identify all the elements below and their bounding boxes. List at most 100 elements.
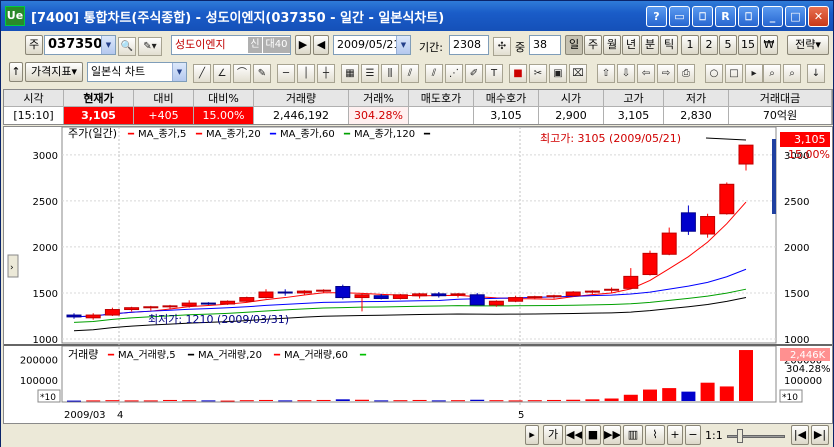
candle-body[interactable] [258,291,274,299]
zoom-reset-icon[interactable]: ⌕ [783,64,801,83]
candle-body[interactable] [354,294,370,299]
candle-body[interactable] [623,275,639,289]
candle-body[interactable] [469,294,485,306]
parallel-icon[interactable]: ⫽ [425,64,443,83]
delete-icon[interactable]: ⌧ [569,64,587,83]
candle-body[interactable] [220,300,236,305]
candle-body[interactable] [431,293,447,297]
strategy-button[interactable]: 전략▾ [787,35,829,55]
candle-body[interactable] [316,289,332,292]
help-button[interactable]: ? [646,6,667,27]
brush-icon[interactable]: ✂ [529,64,547,83]
interval-5-button[interactable]: 5 [719,35,737,55]
candle-layout-icon[interactable]: ▥ [623,425,643,445]
chevron-down-icon[interactable]: ▼ [172,63,186,81]
date-picker[interactable]: 2009/05/21 ▼ [333,35,411,55]
zoom-in-button[interactable]: + [667,425,683,445]
stock-code-input[interactable]: 037350 ▼ [44,35,116,55]
candle-body[interactable] [66,314,82,318]
r-button[interactable]: R [715,6,736,27]
period-monthly-button[interactable]: 월 [603,35,621,55]
period-tick-button[interactable]: 틱 [660,35,678,55]
candle-body[interactable] [373,295,389,299]
arrow-right-icon[interactable]: ⇨ [657,64,675,83]
interval-2-button[interactable]: 2 [700,35,718,55]
candle-body[interactable] [546,295,562,298]
trendline-icon[interactable]: ╱ [193,64,211,83]
zoom-icon[interactable]: ⌕ [763,64,781,83]
candle-body[interactable] [565,291,581,297]
scroll-down-icon[interactable]: ↓ [807,64,825,83]
candle-body[interactable] [143,306,159,309]
candle-body[interactable] [738,144,754,165]
candle-body[interactable] [412,293,428,297]
candle-body[interactable] [104,309,120,316]
spin-icon[interactable]: ✣ [493,37,511,56]
count-input[interactable]: 38 [529,35,561,55]
angle-icon[interactable]: ∠ [213,64,231,83]
save-screen-button[interactable]: ⎕ [692,6,713,27]
chevron-down-icon[interactable]: ▼ [101,36,115,54]
close-button[interactable]: ✕ [808,6,829,27]
dropdown-icon[interactable]: ▸ [745,64,763,83]
candle-body[interactable] [200,302,216,305]
cycle-icon[interactable]: ⋰ [445,64,463,83]
candle-body[interactable] [450,293,466,296]
arrow-down-icon[interactable]: ⇩ [617,64,635,83]
chart-style-icon[interactable]: ⌇ [645,425,665,445]
candle-body[interactable] [527,296,543,299]
candle-body[interactable] [335,286,351,299]
scroll-up-button[interactable]: ↑ [9,62,23,82]
interval-15-button[interactable]: 15 [738,35,758,55]
candle-body[interactable] [680,212,696,232]
interval-1-button[interactable]: 1 [681,35,699,55]
hline-icon[interactable]: ─ [277,64,295,83]
candle-body[interactable] [661,232,677,255]
candle-body[interactable] [719,183,735,215]
period-input[interactable]: 2308 [449,35,489,55]
candle-body[interactable] [700,216,716,235]
zoom-out-button[interactable]: − [685,425,701,445]
fan-icon[interactable]: ⫼ [381,64,399,83]
snapshot-icon[interactable]: ▣ [549,64,567,83]
arc-icon[interactable]: ⌒ [233,64,251,83]
stock-name-field[interactable]: 성도이엔지 신 대40 [171,35,291,55]
arrow-left-icon[interactable]: ⇦ [637,64,655,83]
rect-icon[interactable]: □ [725,64,743,83]
candle-body[interactable] [85,314,101,319]
vline-icon[interactable]: │ [297,64,315,83]
first-page-icon[interactable]: |◀ [791,425,809,445]
text-icon[interactable]: T [485,64,503,83]
note-icon[interactable]: ⎙ [677,64,695,83]
period-weekly-button[interactable]: 주 [584,35,602,55]
candle-body[interactable] [488,300,504,306]
next-stock-button[interactable]: ▶ [295,35,311,55]
fast-forward-icon[interactable]: ▶▶ [603,425,621,445]
chevron-down-icon[interactable]: ▼ [396,36,410,54]
channel-icon[interactable]: ⫽ [401,64,419,83]
maximize-button[interactable]: □ [785,6,806,27]
market-prefix-button[interactable]: 주 [25,35,43,55]
chevron-right-icon[interactable]: › [10,263,14,273]
circle-icon[interactable]: ○ [705,64,723,83]
indicator-button[interactable]: 가격지표▾ [25,62,83,82]
candlestick-chart[interactable]: 3000 30002500 25002000 20001500 15001000 1000… [4,126,832,423]
period-yearly-button[interactable]: 년 [622,35,640,55]
link-button[interactable]: ⎕ [738,6,759,27]
candle-body[interactable] [277,291,293,294]
candle-body[interactable] [584,290,600,293]
screen-button[interactable]: ▭ [669,6,690,27]
edit-icon[interactable]: ✎▾ [138,37,162,56]
minimize-button[interactable]: _ [762,6,783,27]
period-daily-button[interactable]: 일 [565,35,583,55]
price-range-marker[interactable] [772,139,776,214]
candle-body[interactable] [162,305,178,308]
title-bar[interactable]: Ue [7400] 통합차트(주식종합) - 성도이엔지(037350 - 일간… [1,1,833,31]
zoom-slider[interactable] [727,435,785,438]
chart-type-select[interactable]: 일본식 차트 ▼ [87,62,187,82]
cross-icon[interactable]: ┼ [317,64,335,83]
candle-body[interactable] [508,297,524,302]
pen-icon[interactable]: ✎ [253,64,271,83]
candle-body[interactable] [604,288,620,291]
chart-area[interactable]: 3000 3000 2500 2500 2000 2000 1500 1500 1000 1000… [3,126,833,424]
